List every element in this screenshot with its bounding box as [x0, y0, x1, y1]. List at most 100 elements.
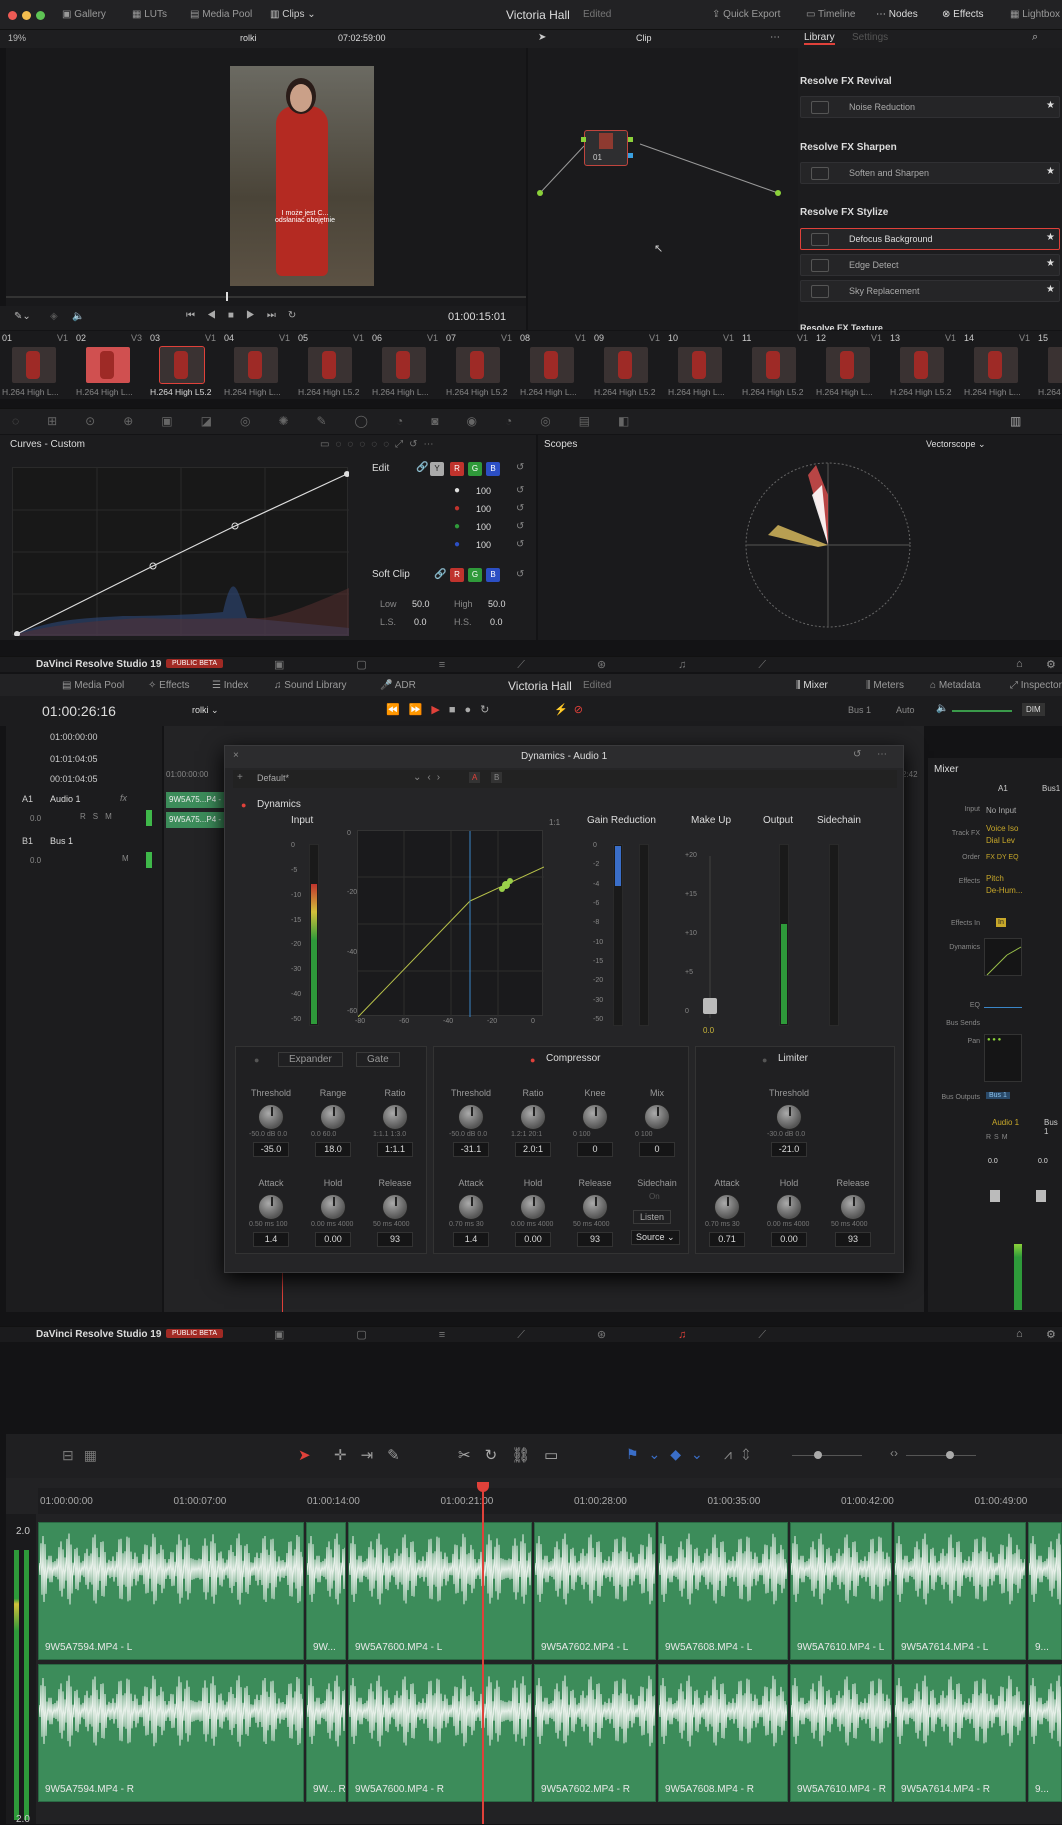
- timeline-button[interactable]: ▭ Timeline: [806, 9, 855, 20]
- audio-clip-r[interactable]: 9W5A7610.MP4 - R: [790, 1664, 892, 1802]
- search-icon[interactable]: ⌕: [1032, 31, 1038, 44]
- close-window-icon[interactable]: [8, 11, 17, 20]
- comp-knee-knob[interactable]: [582, 1104, 608, 1130]
- dim-button[interactable]: DIM: [1022, 703, 1045, 716]
- g-channel-button[interactable]: G: [468, 462, 482, 476]
- b-channel-button[interactable]: B: [486, 462, 500, 476]
- comp-mix-knob[interactable]: [644, 1104, 670, 1130]
- edit-tools[interactable]: ✛⇥✎: [334, 1446, 414, 1464]
- sc-g-button[interactable]: G: [468, 568, 482, 582]
- minimize-window-icon[interactable]: [22, 11, 31, 20]
- r-channel-button[interactable]: R: [450, 462, 464, 476]
- clip-thumbnail[interactable]: 14 V1 H.264 High L...: [962, 333, 1034, 397]
- comp-mix-value[interactable]: 0: [639, 1142, 675, 1157]
- exp-hold-value[interactable]: 0.00: [315, 1232, 351, 1247]
- track-b1-name[interactable]: Bus 1: [50, 836, 73, 846]
- r-value[interactable]: 100: [476, 504, 491, 514]
- mixer-rsm-buttons[interactable]: RSM: [986, 1134, 1011, 1141]
- mixer-eq-graph[interactable]: [984, 998, 1022, 1008]
- exp-threshold-knob[interactable]: [258, 1104, 284, 1130]
- adr-button[interactable]: 🎤 ADR: [380, 680, 416, 691]
- comp-attack-knob[interactable]: [458, 1194, 484, 1220]
- lim-attack-knob[interactable]: [714, 1194, 740, 1220]
- compressor-enable-icon[interactable]: ●: [530, 1055, 535, 1065]
- audio-clip-l[interactable]: 9W5A7600.MP4 - L: [348, 1522, 532, 1660]
- more-options-icon[interactable]: ⋯: [770, 32, 780, 43]
- luts-button[interactable]: ▦ LUTs: [132, 9, 167, 20]
- more-options-icon[interactable]: ⋯: [877, 749, 887, 760]
- mixer-eff2[interactable]: De-Hum...: [986, 886, 1022, 895]
- page-tabs[interactable]: ▣▢≡⟋⊛♫⟋: [274, 1328, 838, 1342]
- selection-tool-icon[interactable]: ➤: [298, 1446, 311, 1464]
- clip-thumbnail[interactable]: 02 V3 H.264 High L...: [74, 333, 146, 397]
- b-value[interactable]: 100: [476, 540, 491, 550]
- lim-threshold-value[interactable]: -21.0: [771, 1142, 807, 1157]
- preset-select[interactable]: Default*: [257, 773, 289, 783]
- mixer-bus-output[interactable]: Bus 1: [986, 1092, 1010, 1099]
- sound-library-button[interactable]: ♫ Sound Library: [274, 680, 347, 691]
- audio-tools[interactable]: ⩘⇕: [724, 1446, 760, 1463]
- index-button[interactable]: ☰ Index: [212, 680, 248, 691]
- expand-icon[interactable]: ‹›: [890, 1446, 898, 1460]
- group-texture[interactable]: Resolve FX Texture: [800, 323, 883, 330]
- playhead[interactable]: [226, 292, 228, 301]
- quick-export-button[interactable]: ⇪ Quick Export: [712, 9, 780, 20]
- audio-clip-l[interactable]: 9W5A7610.MP4 - L: [790, 1522, 892, 1660]
- comp-attack-value[interactable]: 1.4: [453, 1232, 489, 1247]
- effects-button[interactable]: ⊗ Effects: [942, 9, 984, 20]
- lim-hold-value[interactable]: 0.00: [771, 1232, 807, 1247]
- clip-thumbnail[interactable]: 03 V1 H.264 High L5.2: [148, 333, 220, 397]
- audio-clip-r[interactable]: 9W5A7600.MP4 - R: [348, 1664, 532, 1802]
- mixer-volume-2[interactable]: 0.0: [1038, 1158, 1048, 1165]
- meters-button[interactable]: ⫼ Meters: [866, 680, 904, 691]
- track-b1-mute[interactable]: M: [122, 854, 129, 863]
- sc-b-button[interactable]: B: [486, 568, 500, 582]
- makeup-slider[interactable]: [703, 998, 717, 1014]
- mixer-input-select[interactable]: No Input: [986, 806, 1016, 815]
- audio-clip-r[interactable]: 9W... R: [306, 1664, 346, 1802]
- fader-2[interactable]: [1036, 1190, 1046, 1202]
- group-sharpen[interactable]: Resolve FX Sharpen: [800, 142, 897, 153]
- low-value[interactable]: 50.0: [412, 599, 430, 609]
- fx-sky-replacement[interactable]: Sky Replacement ★: [800, 280, 1060, 302]
- transport-controls[interactable]: ⏮◀■▶⏭↻: [186, 310, 308, 321]
- comp-threshold-knob[interactable]: [458, 1104, 484, 1130]
- scope-icon[interactable]: ▥: [1010, 414, 1021, 428]
- clips-button[interactable]: ▥ Clips ⌄: [270, 9, 316, 20]
- node-01[interactable]: 01: [581, 130, 633, 166]
- pointer-icon[interactable]: ➤: [538, 32, 546, 43]
- height-slider-handle[interactable]: [946, 1451, 954, 1459]
- audio-clip-l[interactable]: 9W5A7614.MP4 - L: [894, 1522, 1026, 1660]
- add-preset-icon[interactable]: +: [237, 772, 243, 783]
- track-b1-volume[interactable]: 0.0: [30, 856, 41, 865]
- home-icon[interactable]: ⌂: [1016, 658, 1023, 670]
- layout-icons[interactable]: ⊟▦: [62, 1447, 107, 1464]
- sc-r-button[interactable]: R: [450, 568, 464, 582]
- exp-range-value[interactable]: 18.0: [315, 1142, 351, 1157]
- clip-thumbnail[interactable]: 15V1H.264 H: [1036, 333, 1062, 397]
- mixer-button[interactable]: ⫼ Mixer: [796, 680, 828, 691]
- track-a1-rsm[interactable]: RSM: [80, 812, 119, 821]
- zoom-select[interactable]: 19%: [8, 33, 26, 43]
- mixer-pan[interactable]: ● ● ●: [984, 1034, 1022, 1082]
- settings-icon[interactable]: ⚙: [1046, 658, 1056, 671]
- link-icon[interactable]: 🔗: [434, 569, 446, 580]
- mixer-order[interactable]: FX DY EQ: [986, 854, 1019, 861]
- clip-thumbnail[interactable]: 13 V1 H.264 High L5.2: [888, 333, 960, 397]
- curve-graph[interactable]: [12, 467, 350, 637]
- source-select[interactable]: Source ⌄: [631, 1230, 680, 1245]
- lim-hold-knob[interactable]: [776, 1194, 802, 1220]
- inspector-button[interactable]: ⤢ Inspector: [1010, 680, 1062, 691]
- fairlight-transport-controls[interactable]: ⏪⏩▶■●↻: [386, 703, 498, 716]
- expander-button[interactable]: Expander: [278, 1052, 343, 1067]
- bus-select[interactable]: Bus 1: [848, 705, 871, 715]
- ls-value[interactable]: 0.0: [414, 617, 427, 627]
- scope-mode-select[interactable]: Vectorscope ⌄: [926, 439, 986, 450]
- close-icon[interactable]: ×: [233, 750, 239, 761]
- zoom-slider-handle[interactable]: [814, 1451, 822, 1459]
- fx-defocus-background[interactable]: Defocus Background ★: [800, 228, 1060, 250]
- audio-clip-r[interactable]: 9W5A7614.MP4 - R: [894, 1664, 1026, 1802]
- page-tabs[interactable]: ▣▢≡⟋⊛♫⟋: [274, 658, 838, 672]
- audio-clip-l[interactable]: 9W5A7594.MP4 - L: [38, 1522, 304, 1660]
- comp-hold-knob[interactable]: [520, 1194, 546, 1220]
